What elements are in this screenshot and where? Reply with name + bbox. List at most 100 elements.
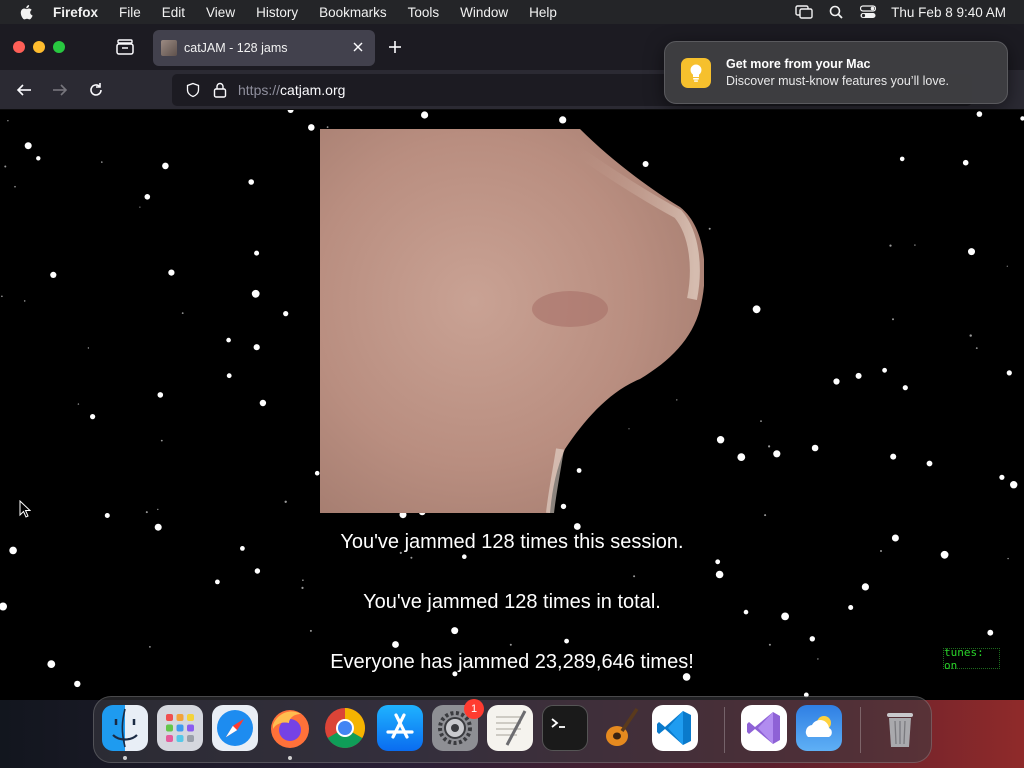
menu-clock[interactable]: Thu Feb 8 9:40 AM [891, 5, 1006, 20]
star [160, 439, 163, 442]
tunes-toggle-button[interactable]: tunes: on [943, 646, 1000, 672]
url-text[interactable]: https://catjam.org [238, 82, 345, 98]
star [104, 513, 110, 518]
star [715, 559, 721, 565]
firefox-icon[interactable] [267, 705, 313, 751]
app-store-icon[interactable] [377, 705, 423, 751]
menu-window[interactable]: Window [460, 5, 508, 20]
global-jam-count: Everyone has jammed 23,289,646 times! [330, 651, 694, 673]
status-area: Thu Feb 8 9:40 AM [781, 4, 1024, 20]
menu-view[interactable]: View [206, 5, 235, 20]
safari-icon[interactable] [212, 705, 258, 751]
star [154, 523, 162, 531]
star [451, 627, 459, 635]
trash-icon[interactable] [877, 705, 923, 751]
star [833, 378, 840, 385]
star [968, 248, 975, 256]
garageband-icon[interactable] [597, 705, 643, 751]
minimize-window-button[interactable] [33, 41, 45, 53]
star [573, 523, 581, 530]
star [889, 244, 892, 247]
apple-icon[interactable] [19, 4, 35, 20]
finder-icon[interactable] [102, 705, 148, 751]
mouse-pointer-icon [19, 500, 31, 518]
secure-lock-icon[interactable] [212, 81, 228, 99]
star [226, 337, 231, 343]
visual-studio-icon[interactable] [741, 705, 787, 751]
menu-bar: Firefox File Edit View History Bookmarks… [0, 0, 1024, 24]
new-tab-icon[interactable] [387, 39, 403, 55]
vscode-icon[interactable] [652, 705, 698, 751]
star [251, 289, 260, 298]
star [1, 295, 3, 298]
star [74, 680, 81, 688]
chrome-icon[interactable] [322, 705, 368, 751]
star [768, 445, 771, 448]
star [773, 450, 781, 458]
macos-tips-notification[interactable]: Get more from your Mac Discover must-kno… [664, 41, 1008, 104]
menu-app-firefox[interactable]: Firefox [53, 5, 98, 20]
star [162, 162, 169, 170]
firefox-view-icon[interactable] [115, 38, 135, 56]
star [987, 629, 994, 636]
star [181, 312, 184, 314]
screen-mirroring-icon[interactable] [795, 4, 813, 20]
star [23, 300, 26, 302]
star [326, 126, 329, 128]
star [899, 156, 905, 162]
star [509, 643, 512, 646]
forward-arrow-icon[interactable] [51, 81, 69, 99]
menu-file[interactable]: File [119, 5, 141, 20]
star [962, 159, 969, 166]
star [892, 318, 894, 321]
close-tab-icon[interactable] [351, 40, 365, 54]
star [855, 372, 862, 379]
tab-catjam[interactable]: catJAM - 128 jams [153, 30, 375, 66]
star [861, 583, 870, 591]
star [36, 156, 41, 161]
weather-icon[interactable] [796, 705, 842, 751]
menu-history[interactable]: History [256, 5, 298, 20]
close-window-button[interactable] [13, 41, 25, 53]
menu-tools[interactable]: Tools [408, 5, 440, 20]
star [144, 194, 151, 200]
control-center-icon[interactable] [859, 4, 877, 20]
reload-icon[interactable] [87, 81, 105, 99]
zoom-window-button[interactable] [53, 41, 65, 53]
notification-subtitle: Discover must-know features you’ll love. [726, 74, 949, 88]
star [101, 161, 103, 163]
textedit-icon[interactable] [487, 705, 533, 751]
star [882, 367, 887, 373]
star [682, 673, 691, 681]
star [914, 244, 916, 246]
star [764, 514, 767, 517]
star [4, 165, 7, 168]
star [715, 570, 724, 579]
star [462, 554, 467, 559]
back-arrow-icon[interactable] [15, 81, 33, 99]
star [7, 120, 9, 122]
star [314, 470, 320, 476]
menu-bookmarks[interactable]: Bookmarks [319, 5, 387, 20]
system-settings-icon[interactable]: 1 [432, 699, 484, 751]
star [1007, 557, 1009, 560]
star [157, 508, 159, 511]
star [309, 629, 312, 632]
star [890, 453, 897, 460]
star [976, 111, 983, 117]
terminal-icon[interactable] [542, 705, 588, 751]
menu-list: Firefox File Edit View History Bookmarks… [53, 5, 578, 20]
launchpad-icon[interactable] [157, 705, 203, 751]
tab-title: catJAM - 128 jams [184, 41, 288, 55]
tracking-protection-shield-icon[interactable] [185, 82, 201, 98]
spotlight-search-icon[interactable] [827, 4, 845, 20]
firefox-running-indicator [288, 756, 292, 760]
dock: 1 [93, 696, 932, 763]
menu-help[interactable]: Help [529, 5, 557, 20]
star [77, 403, 80, 405]
star [999, 474, 1005, 480]
menu-edit[interactable]: Edit [162, 5, 185, 20]
star [760, 420, 762, 422]
star [811, 444, 819, 452]
star [259, 399, 267, 407]
